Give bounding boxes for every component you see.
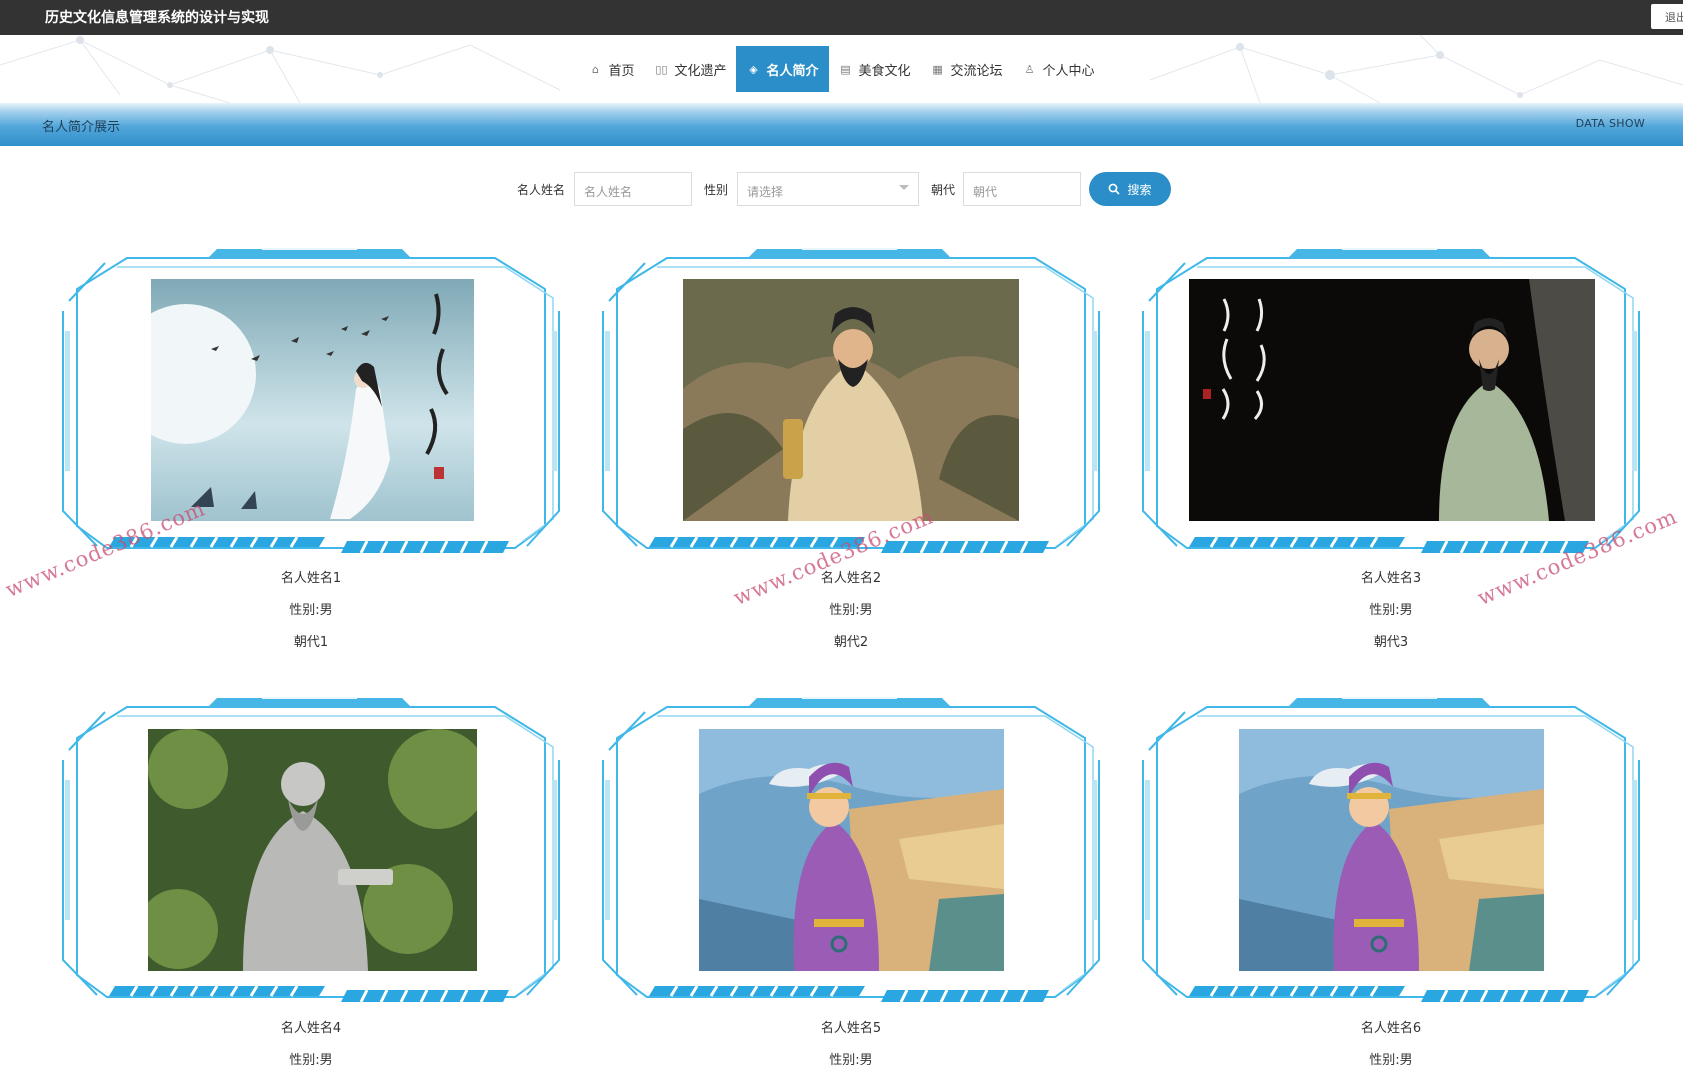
nav-label: 文化遗产 [674, 63, 727, 79]
celebrity-photo [1189, 279, 1595, 521]
celebrity-photo [148, 729, 477, 971]
name-label: 名人姓名 [517, 183, 566, 197]
celebrity-card[interactable]: 名人姓名6 性别:男 [1137, 690, 1645, 1069]
celebrity-card[interactable]: 名人姓名5 性别:男 [597, 690, 1105, 1069]
celebrity-gender: 性别:男 [829, 603, 873, 618]
search-button-label: 搜索 [1127, 182, 1152, 197]
celebrity-card[interactable]: 名人姓名1 性别:男 朝代1 [57, 241, 565, 661]
celebrity-dynasty: 朝代2 [833, 635, 869, 650]
nav-food[interactable]: ▤ 美食文化 [829, 46, 921, 92]
apps-icon: ▦ [932, 62, 943, 76]
calendar-icon: ▤ [840, 62, 851, 76]
section-title: 名人简介展示 [42, 120, 121, 135]
celebrity-gender: 性别:男 [289, 603, 333, 618]
name-input[interactable]: 名人姓名 [574, 172, 692, 206]
home-icon: ⌂ [591, 62, 599, 76]
seated-scholar-painting-image [683, 279, 1019, 521]
actor-with-calligraphy-image [1189, 279, 1595, 521]
poet-under-moon-image [151, 279, 474, 521]
gender-select[interactable]: 请选择 [737, 172, 919, 206]
dynasty-label: 朝代 [931, 183, 956, 197]
celebrity-photo [699, 729, 1004, 971]
nav-label: 交流论坛 [950, 63, 1003, 79]
celebrity-dynasty: 朝代1 [293, 635, 329, 650]
celebrity-photo [1239, 729, 1544, 971]
nav-label: 名人简介 [766, 63, 819, 79]
nav-profile[interactable]: ♙ 个人中心 [1013, 46, 1105, 92]
celebrity-gender: 性别:男 [1369, 603, 1413, 618]
nav-heritage[interactable]: ▯▯ 文化遗产 [644, 46, 736, 92]
celebrity-name: 名人姓名4 [280, 1021, 342, 1036]
top-bar: 历史文化信息管理系统的设计与实现 退出 [0, 0, 1683, 35]
logout-button[interactable]: 退出 [1651, 4, 1683, 29]
celebrity-photo [151, 279, 474, 521]
nav-home[interactable]: ⌂ 首页 [578, 46, 644, 92]
celebrity-name: 名人姓名1 [280, 571, 342, 586]
stone-statue-image [148, 729, 477, 971]
celebrity-dynasty: 朝代3 [1373, 635, 1409, 650]
celebrity-name: 名人姓名5 [820, 1021, 882, 1036]
main-nav: ⌂ 首页 ▯▯ 文化遗产 ◈ 名人简介 ▤ 美食文化 ▦ 交流论坛 ♙ 个人中心 [0, 46, 1683, 92]
celebrity-photo [683, 279, 1019, 521]
gender-select-value: 请选择 [747, 185, 784, 199]
celebrity-gender: 性别:男 [1369, 1053, 1413, 1068]
celebrity-card[interactable]: 名人姓名4 性别:男 [57, 690, 565, 1069]
user-icon: ♙ [1024, 62, 1035, 76]
nav-celebrities[interactable]: ◈ 名人简介 [736, 46, 829, 92]
nav-area: ⌂ 首页 ▯▯ 文化遗产 ◈ 名人简介 ▤ 美食文化 ▦ 交流论坛 ♙ 个人中心 [0, 35, 1683, 103]
layers-icon: ◈ [749, 62, 758, 76]
grid-icon: ▯▯ [655, 62, 668, 76]
celebrity-name: 名人姓名6 [1360, 1021, 1422, 1036]
nav-forum[interactable]: ▦ 交流论坛 [921, 46, 1013, 92]
section-bar: 名人简介展示 DATA SHOW [0, 103, 1683, 146]
celebrity-card[interactable]: 名人姓名2 性别:男 朝代2 [597, 241, 1105, 661]
section-subtitle: DATA SHOW [1575, 117, 1645, 130]
chevron-down-icon [899, 185, 909, 190]
celebrity-gender: 性别:男 [829, 1053, 873, 1068]
site-title: 历史文化信息管理系统的设计与实现 [45, 10, 269, 26]
celebrity-name: 名人姓名2 [820, 571, 882, 586]
gender-label: 性别 [704, 183, 729, 197]
dynasty-input[interactable]: 朝代 [963, 172, 1081, 206]
search-button[interactable]: 搜索 [1089, 172, 1171, 206]
celebrity-gender: 性别:男 [289, 1053, 333, 1068]
nav-label: 美食文化 [858, 63, 911, 79]
nav-label: 个人中心 [1042, 63, 1095, 79]
cartoon-poet-image [1239, 729, 1544, 971]
search-icon [1109, 183, 1121, 195]
cartoon-poet-image [699, 729, 1004, 971]
search-bar: 名人姓名 名人姓名 性别 请选择 朝代 朝代 搜索 [0, 172, 1683, 206]
nav-label: 首页 [608, 63, 635, 79]
celebrity-card[interactable]: 名人姓名3 性别:男 朝代3 [1137, 241, 1645, 661]
